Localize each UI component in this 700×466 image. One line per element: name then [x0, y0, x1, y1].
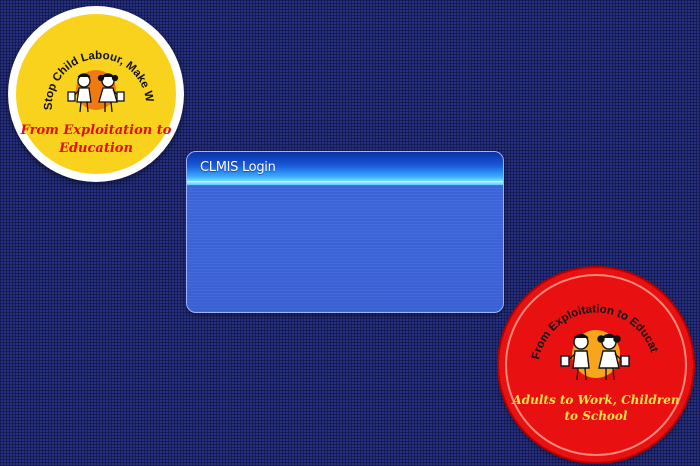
child-figure-icon	[67, 73, 92, 113]
login-body	[187, 186, 503, 312]
badge-adults-to-work: From Exploitation to Education Adults	[499, 268, 693, 462]
login-title: CLMIS Login	[200, 160, 276, 175]
badge-yellow-slogan: From Exploitation to Education	[20, 123, 172, 156]
child-figure-icon	[560, 333, 590, 381]
login-header: CLMIS Login	[187, 152, 503, 185]
badge-red-art: From Exploitation to Education	[499, 268, 660, 381]
badge-red-slogan: Adults to Work, Children to School	[512, 393, 680, 423]
badge-stop-child-labour: Stop Child Labour, Make Way for Educatio…	[8, 6, 184, 182]
login-panel: CLMIS Login	[186, 151, 504, 313]
